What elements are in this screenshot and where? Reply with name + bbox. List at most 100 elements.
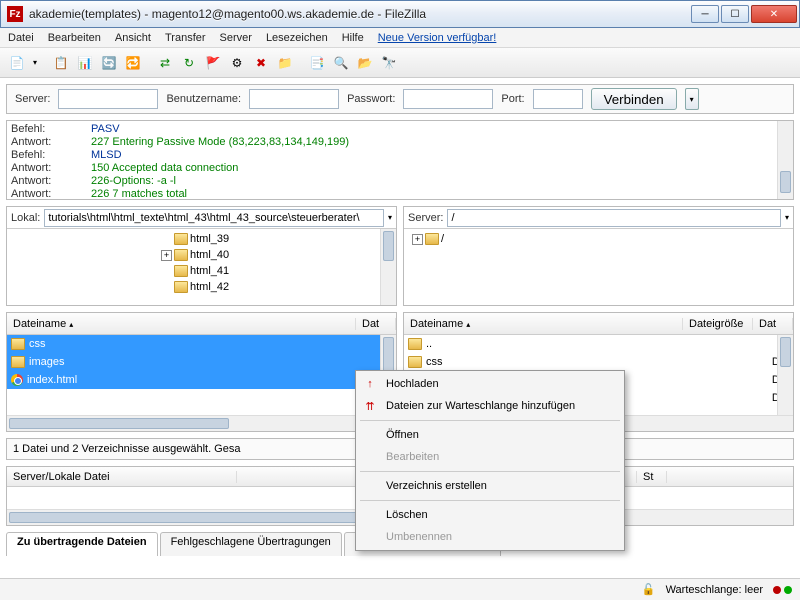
- tab-failed[interactable]: Fehlgeschlagene Übertragungen: [160, 532, 342, 556]
- dropdown-icon[interactable]: ▾: [30, 52, 40, 74]
- list-item[interactable]: css: [7, 335, 396, 353]
- titlebar: Fz akademie(templates) - magento12@magen…: [0, 0, 800, 28]
- queue-status: Warteschlange: leer: [666, 584, 763, 596]
- tree-item[interactable]: html_41: [190, 263, 229, 279]
- col-filename[interactable]: Dateiname ▴: [7, 318, 356, 330]
- local-path-input[interactable]: [44, 209, 384, 227]
- add-queue-icon: ⇈: [362, 400, 378, 413]
- log-label: Befehl:: [11, 149, 91, 162]
- menu-help[interactable]: Hilfe: [342, 32, 364, 44]
- menu-file[interactable]: Datei: [8, 32, 34, 44]
- list-body[interactable]: css images index.html: [7, 335, 396, 415]
- ctx-open[interactable]: Öffnen: [358, 424, 622, 446]
- tab-pending[interactable]: Zu übertragende Dateien: [6, 532, 158, 556]
- update-link[interactable]: Neue Version verfügbar!: [378, 32, 497, 44]
- minimize-button[interactable]: ─: [691, 5, 719, 23]
- delete-icon[interactable]: ✖: [250, 52, 272, 74]
- maximize-button[interactable]: ☐: [721, 5, 749, 23]
- log-text: MLSD: [91, 149, 122, 162]
- app-icon: Fz: [7, 6, 23, 22]
- col-serverfile[interactable]: Server/Lokale Datei: [7, 471, 237, 483]
- toggle-tree-button[interactable]: 📊: [74, 52, 96, 74]
- server-input[interactable]: [58, 89, 158, 109]
- flag-icon[interactable]: 🚩: [202, 52, 224, 74]
- col-filename[interactable]: Dateiname ▴: [404, 318, 683, 330]
- binoculars-icon[interactable]: 🔭: [378, 52, 400, 74]
- toolbar: 📄 ▾ 📋 📊 🔄 🔁 ⇄ ↻ 🚩 ⚙ ✖ 📁 📑 🔍 📂 🔭: [0, 48, 800, 78]
- filter-button[interactable]: 📑: [306, 52, 328, 74]
- folder-icon: [408, 356, 422, 368]
- col-size[interactable]: Dateigröße: [683, 318, 753, 330]
- list-scrollbar[interactable]: [777, 335, 793, 415]
- refresh-button[interactable]: 🔁: [122, 52, 144, 74]
- remote-tree[interactable]: +/: [404, 229, 793, 305]
- disconnect-button[interactable]: ⚙: [226, 52, 248, 74]
- dropdown-icon[interactable]: ▾: [388, 213, 392, 222]
- col-status[interactable]: St: [637, 471, 667, 483]
- list-header: Dateiname ▴ Dat: [7, 313, 396, 335]
- tree-item[interactable]: /: [441, 231, 444, 247]
- expand-icon[interactable]: +: [161, 250, 172, 261]
- menu-transfer[interactable]: Transfer: [165, 32, 206, 44]
- connect-history-dropdown[interactable]: ▾: [685, 88, 699, 110]
- remote-path-input[interactable]: [447, 209, 781, 227]
- separator: [360, 471, 620, 472]
- list-item[interactable]: cssDat: [404, 353, 793, 371]
- ctx-delete[interactable]: Löschen: [358, 504, 622, 526]
- local-tree-pane: Lokal: ▾ html_39 +html_40 html_41 html_4…: [6, 206, 397, 306]
- ctx-upload[interactable]: ↑Hochladen: [358, 373, 622, 395]
- col-date[interactable]: Dat: [356, 318, 396, 330]
- dropdown-icon[interactable]: ▾: [785, 213, 789, 222]
- folder-icon: [11, 356, 25, 368]
- separator: [360, 420, 620, 421]
- statusbar: 🔓 Warteschlange: leer: [0, 578, 800, 600]
- log-text: 150 Accepted data connection: [91, 162, 238, 175]
- cancel-button[interactable]: ↻: [178, 52, 200, 74]
- toggle-log-button[interactable]: 📋: [50, 52, 72, 74]
- ctx-edit: Bearbeiten: [358, 446, 622, 468]
- log-label: Antwort:: [11, 188, 91, 200]
- col-date[interactable]: Dat: [753, 318, 793, 330]
- menu-bookmarks[interactable]: Lesezeichen: [266, 32, 328, 44]
- log-text: 226-Options: -a -l: [91, 175, 176, 188]
- process-button[interactable]: ⇄: [154, 52, 176, 74]
- reconnect-button[interactable]: 📁: [274, 52, 296, 74]
- tree-item[interactable]: html_39: [190, 231, 229, 247]
- list-header: Dateiname ▴ Dateigröße Dat: [404, 313, 793, 335]
- log-label: Antwort:: [11, 162, 91, 175]
- toggle-queue-button[interactable]: 🔄: [98, 52, 120, 74]
- local-tree[interactable]: html_39 + html_40 html_41 html_42: [7, 229, 396, 305]
- password-input[interactable]: [403, 89, 493, 109]
- ctx-mkdir[interactable]: Verzeichnis erstellen: [358, 475, 622, 497]
- menu-server[interactable]: Server: [220, 32, 252, 44]
- menu-view[interactable]: Ansicht: [115, 32, 151, 44]
- menu-edit[interactable]: Bearbeiten: [48, 32, 101, 44]
- compare-button[interactable]: 📂: [354, 52, 376, 74]
- ctx-rename: Umbenennen: [358, 526, 622, 548]
- list-item[interactable]: images: [7, 353, 396, 371]
- ctx-add-queue[interactable]: ⇈Dateien zur Warteschlange hinzufügen: [358, 395, 622, 417]
- tree-item[interactable]: html_42: [190, 279, 229, 295]
- message-log[interactable]: Befehl:PASV Antwort:227 Entering Passive…: [6, 120, 794, 200]
- close-button[interactable]: ✕: [751, 5, 797, 23]
- search-button[interactable]: 🔍: [330, 52, 352, 74]
- tree-item[interactable]: html_40: [190, 247, 229, 263]
- list-hscrollbar[interactable]: [7, 415, 396, 431]
- log-label: Antwort:: [11, 136, 91, 149]
- log-scrollbar[interactable]: [777, 121, 793, 199]
- list-item[interactable]: ..: [404, 335, 793, 353]
- lock-icon: 🔓: [642, 583, 656, 596]
- password-label: Passwort:: [347, 93, 395, 105]
- port-input[interactable]: [533, 89, 583, 109]
- sitemanager-button[interactable]: 📄: [6, 52, 28, 74]
- menubar: Datei Bearbeiten Ansicht Transfer Server…: [0, 28, 800, 48]
- list-item[interactable]: index.html: [7, 371, 396, 389]
- tree-scrollbar[interactable]: [380, 229, 396, 305]
- window-title: akademie(templates) - magento12@magento0…: [29, 7, 691, 21]
- connect-button[interactable]: Verbinden: [591, 88, 677, 110]
- expand-icon[interactable]: +: [412, 234, 423, 245]
- log-text: 227 Entering Passive Mode (83,223,83,134…: [91, 136, 349, 149]
- local-file-list: Dateiname ▴ Dat css images index.html: [6, 312, 397, 432]
- remote-path-label: Server:: [408, 212, 443, 224]
- username-input[interactable]: [249, 89, 339, 109]
